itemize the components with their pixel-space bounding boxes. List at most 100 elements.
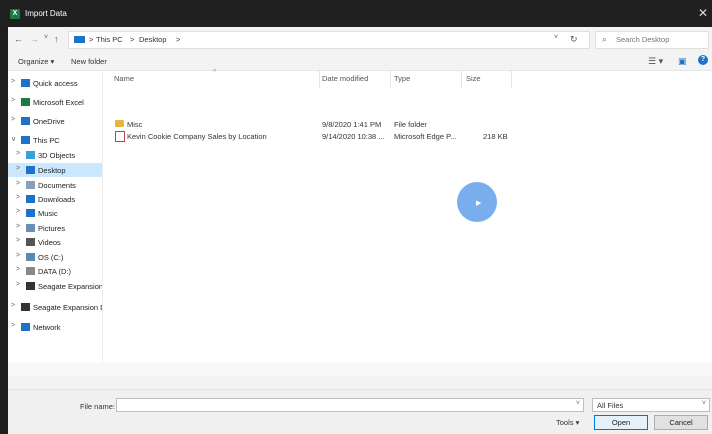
music-icon (26, 209, 35, 217)
preview-pane-icon[interactable]: ▣ (678, 56, 687, 67)
sidebar-item-label: Network (33, 323, 61, 332)
chevron-right-icon[interactable]: > (16, 165, 20, 172)
sidebar-item[interactable]: > Seagate Expansion Dr (8, 300, 102, 314)
sidebar-item-label: Microsoft Excel (33, 98, 84, 107)
network-icon (21, 323, 30, 331)
search-icon: ⌕ (602, 34, 608, 44)
sidebar-item-label: Videos (38, 238, 61, 247)
address-bar[interactable]: > This PC > Desktop > (68, 31, 590, 49)
sidebar-item[interactable]: > Quick access (8, 76, 102, 90)
command-bar: Organize ▾ New folder ☰ ▾ ▣ ? (8, 52, 712, 71)
sidebar-item-label: This PC (33, 136, 60, 145)
back-button[interactable]: ← (14, 34, 23, 44)
breadcrumb-this-pc[interactable]: This PC (96, 35, 123, 44)
breadcrumb-separator: > (130, 35, 135, 44)
new-folder-button[interactable]: New folder (71, 57, 107, 66)
sidebar-item[interactable]: > Documents (8, 178, 102, 192)
file-type-select[interactable]: All Files ˅ (592, 398, 710, 412)
address-row: ← → ˅ ↑ > This PC > Desktop > ˅ ↻ ⌕ (8, 27, 712, 52)
search-box[interactable]: ⌕ (595, 31, 709, 49)
sort-caret-icon: ^ (213, 69, 217, 76)
column-divider[interactable] (319, 71, 320, 88)
sidebar-item-label: Desktop (38, 166, 66, 175)
external-drive-icon (21, 303, 30, 311)
column-divider[interactable] (461, 71, 462, 88)
chevron-right-icon[interactable]: > (11, 116, 15, 123)
chevron-right-icon[interactable]: > (16, 180, 20, 187)
view-options-icon[interactable]: ☰ ▾ (648, 56, 663, 67)
breadcrumb-desktop[interactable]: Desktop (139, 35, 167, 44)
file-type-value: All Files (597, 401, 624, 410)
sidebar-item[interactable]: > Music (8, 206, 102, 220)
sidebar-item[interactable]: > Videos (8, 235, 102, 249)
download-icon (26, 195, 35, 203)
excel-icon (21, 98, 30, 106)
chevron-right-icon[interactable]: > (16, 266, 20, 273)
chevron-down-icon[interactable]: ˅ (576, 400, 580, 407)
picture-icon (26, 224, 35, 232)
file-date: 9/14/2020 10:38 ... (322, 132, 385, 141)
sidebar-item[interactable]: > Seagate Expansion D (8, 279, 102, 293)
star-icon (21, 79, 30, 87)
close-icon[interactable]: ✕ (698, 6, 708, 20)
sidebar-item[interactable]: > DATA (D:) (8, 264, 102, 278)
cursor-highlight: ▶ (457, 182, 497, 222)
chevron-right-icon[interactable]: > (16, 252, 20, 259)
sidebar-item[interactable]: > Pictures (8, 221, 102, 235)
sidebar-item[interactable]: > Downloads (8, 192, 102, 206)
chevron-right-icon[interactable]: > (16, 194, 20, 201)
mouse-pointer-icon: ▶ (476, 200, 482, 207)
chevron-right-icon[interactable]: > (16, 208, 20, 215)
chevron-right-icon[interactable]: > (11, 322, 15, 329)
chevron-right-icon[interactable]: > (16, 237, 20, 244)
organize-button[interactable]: Organize ▾ (18, 57, 54, 66)
desktop-icon (26, 166, 35, 174)
sidebar-item[interactable]: > Microsoft Excel (8, 95, 102, 109)
help-icon[interactable]: ? (698, 55, 708, 65)
sidebar-item[interactable]: > Network (8, 320, 102, 334)
sidebar-item-label: OS (C:) (38, 253, 64, 262)
cancel-button[interactable]: Cancel (654, 415, 708, 430)
pdf-icon (115, 131, 125, 142)
dialog-footer: File name: ˅ All Files ˅ Tools ▾ Open Ca… (8, 389, 712, 434)
sidebar-item[interactable]: > Desktop (8, 163, 102, 177)
column-header-name[interactable]: Name (114, 74, 134, 83)
chevron-right-icon[interactable]: > (11, 78, 15, 85)
up-button[interactable]: ↑ (54, 34, 59, 44)
sidebar-item[interactable]: > OS (C:) (8, 250, 102, 264)
sidebar-item-label: Music (38, 209, 58, 218)
chevron-down-icon[interactable]: ˅ (554, 34, 558, 41)
drive-icon (26, 253, 35, 261)
open-button[interactable]: Open (594, 415, 648, 430)
file-size: 218 KB (483, 132, 508, 141)
tools-button[interactable]: Tools ▾ (556, 418, 579, 427)
file-row[interactable]: Kevin Cookie Company Sales by Location 9… (113, 130, 613, 142)
excel-app-icon: X (10, 9, 20, 19)
chevron-right-icon[interactable]: > (16, 150, 20, 157)
column-header-date[interactable]: Date modified (322, 74, 368, 83)
sidebar-item[interactable]: >3D Objects (8, 148, 102, 162)
file-row[interactable]: Misc 9/8/2020 1:41 PM File folder (113, 118, 613, 130)
refresh-icon[interactable]: ↻ (570, 34, 578, 45)
chevron-right-icon[interactable]: > (16, 281, 20, 288)
chevron-right-icon[interactable]: > (16, 223, 20, 230)
sidebar-item[interactable]: ∨ This PC (8, 133, 102, 147)
column-divider[interactable] (511, 71, 512, 88)
recent-locations-button[interactable]: ˅ (44, 34, 48, 41)
file-list: ^ Name Date modified Type Size Misc 9/8/… (103, 69, 712, 389)
column-divider[interactable] (390, 71, 391, 88)
empty-strip (8, 363, 712, 376)
sidebar-item-label: Seagate Expansion Dr (33, 303, 102, 312)
forward-button[interactable]: → (30, 34, 39, 44)
sidebar-item[interactable]: > OneDrive (8, 114, 102, 128)
chevron-right-icon[interactable]: > (11, 97, 15, 104)
column-header-type[interactable]: Type (394, 74, 410, 83)
search-input[interactable] (616, 34, 704, 45)
file-name-input[interactable]: ˅ (116, 398, 584, 412)
chevron-right-icon[interactable]: > (11, 302, 15, 309)
chevron-down-icon[interactable]: ∨ (11, 135, 16, 143)
chevron-down-icon: ˅ (701, 400, 706, 407)
column-header-size[interactable]: Size (466, 74, 481, 83)
breadcrumb-separator: > (89, 35, 94, 44)
external-drive-icon (26, 282, 35, 290)
